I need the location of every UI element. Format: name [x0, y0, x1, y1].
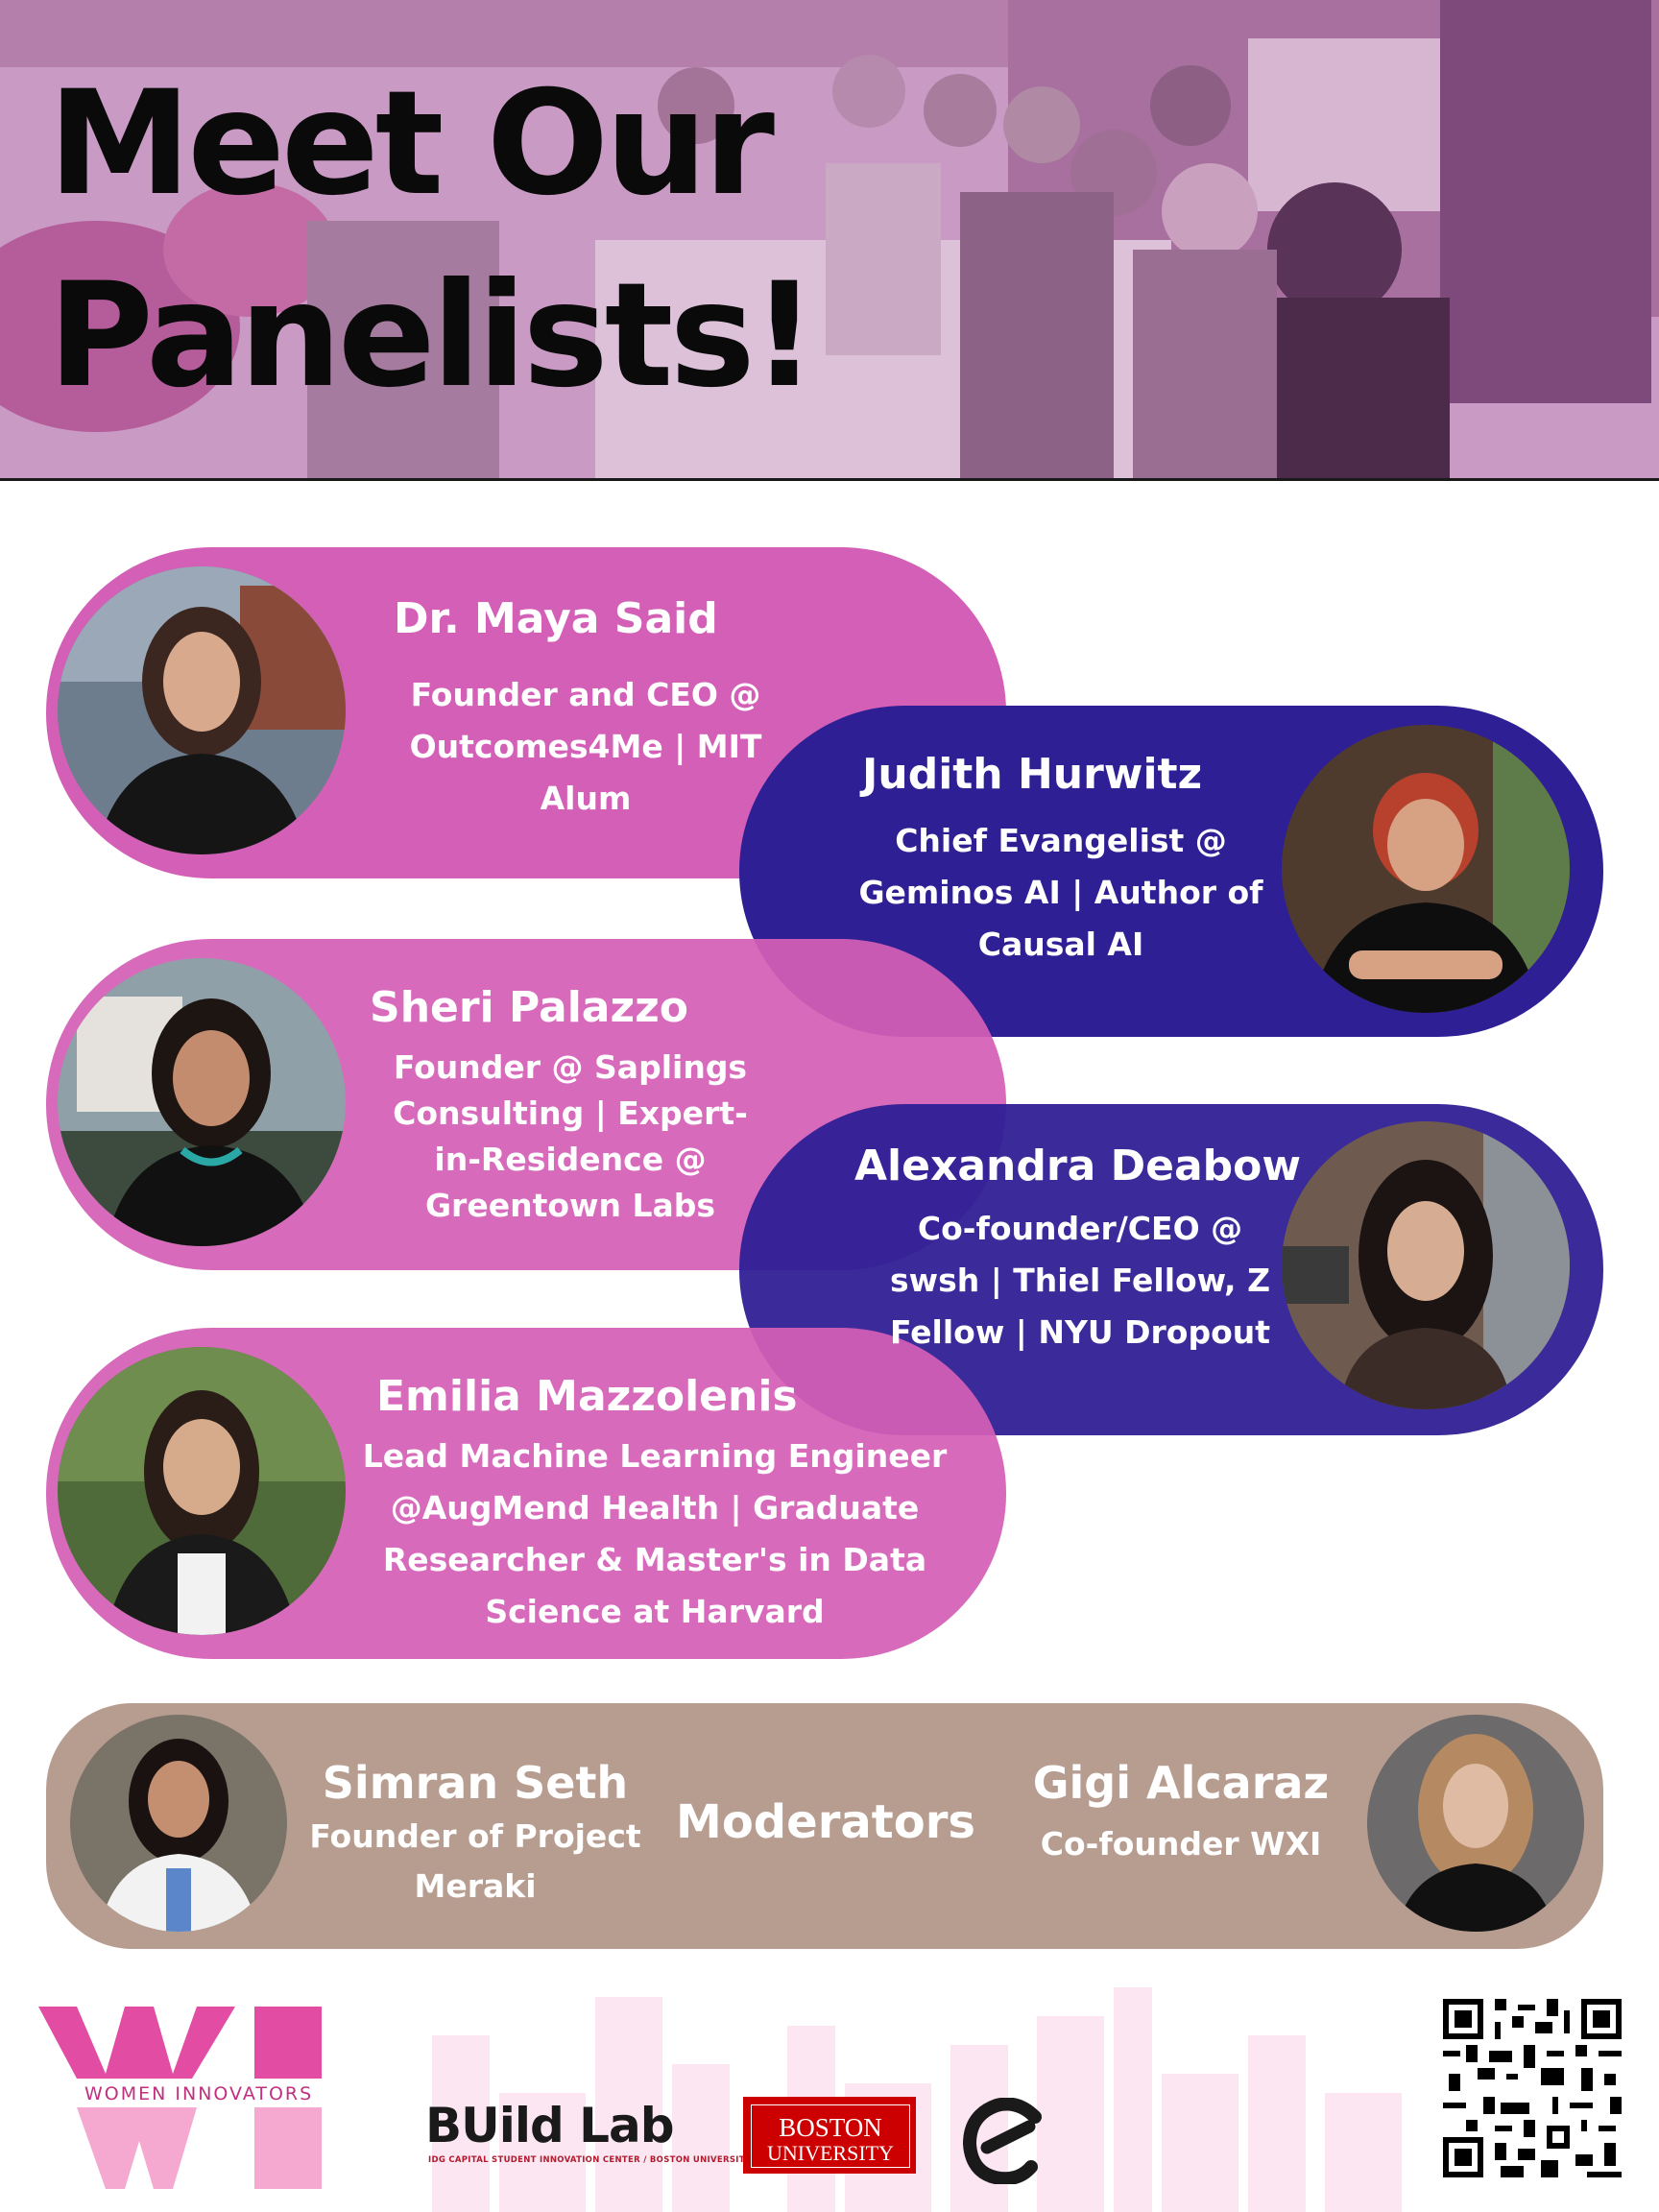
panelist-name-emilia: Emilia Mazzolenis [376, 1372, 798, 1421]
moderator-desc-simran: Founder of Project Meraki [309, 1817, 641, 1905]
e-logo-icon [962, 2098, 1042, 2184]
panelist-name-maya: Dr. Maya Said [394, 594, 718, 643]
moderator-name-gigi: Gigi Alcaraz [1032, 1757, 1330, 1809]
moderators-label: Moderators [676, 1795, 975, 1849]
title-line-1: Meet Our [48, 60, 775, 228]
moderator-photo-simran [70, 1715, 287, 1932]
moderator-name-simran: Simran Seth [322, 1757, 629, 1809]
moderator-photo-gigi [1367, 1715, 1584, 1932]
bu-line-1: BOSTON [779, 2113, 882, 2142]
panelist-desc-alexandra: Co-founder/CEO @ swsh | Thiel Fellow, Z … [889, 1210, 1271, 1351]
boston-university-logo: BOSTON UNIVERSITY [743, 2097, 916, 2174]
hero-banner: Meet Our Panelists! [0, 0, 1659, 480]
panelist-desc-judith: Chief Evangelist @ Geminos AI | Author o… [858, 822, 1263, 963]
panelist-desc-emilia: Lead Machine Learning Engineer @AugMend … [362, 1437, 948, 1630]
panelist-name-sheri: Sheri Palazzo [370, 983, 688, 1032]
moderator-desc-gigi: Co-founder WXI [1040, 1825, 1322, 1863]
page-title: Meet Our Panelists! [48, 48, 817, 432]
bu-logo-frame: BOSTON UNIVERSITY [751, 2104, 910, 2168]
build-lab-logo: BUild Lab [425, 2098, 675, 2153]
title-line-2: Panelists! [48, 252, 817, 420]
panelist-photo-emilia [58, 1347, 346, 1635]
panelist-desc-maya: Founder and CEO @ Outcomes4Me | MIT Alum [409, 676, 762, 817]
panelist-photo-sheri [58, 958, 346, 1246]
women-innovators-text: WOMEN INNOVATORS [84, 2083, 314, 2104]
panelist-photo-maya [58, 566, 346, 854]
build-lab-subtitle: IDG CAPITAL STUDENT INNOVATION CENTER / … [428, 2155, 752, 2165]
bu-line-2: UNIVERSITY [767, 2141, 894, 2165]
panelist-photo-judith [1282, 725, 1570, 1013]
panelist-name-alexandra: Alexandra Deabow [854, 1142, 1302, 1190]
panelist-desc-sheri: Founder @ Saplings Consulting | Expert-i… [393, 1048, 748, 1224]
panelist-photo-alexandra [1282, 1121, 1570, 1409]
qr-code-icon[interactable] [1443, 1999, 1622, 2177]
divider [0, 478, 1659, 481]
panelist-name-judith: Judith Hurwitz [862, 750, 1203, 799]
